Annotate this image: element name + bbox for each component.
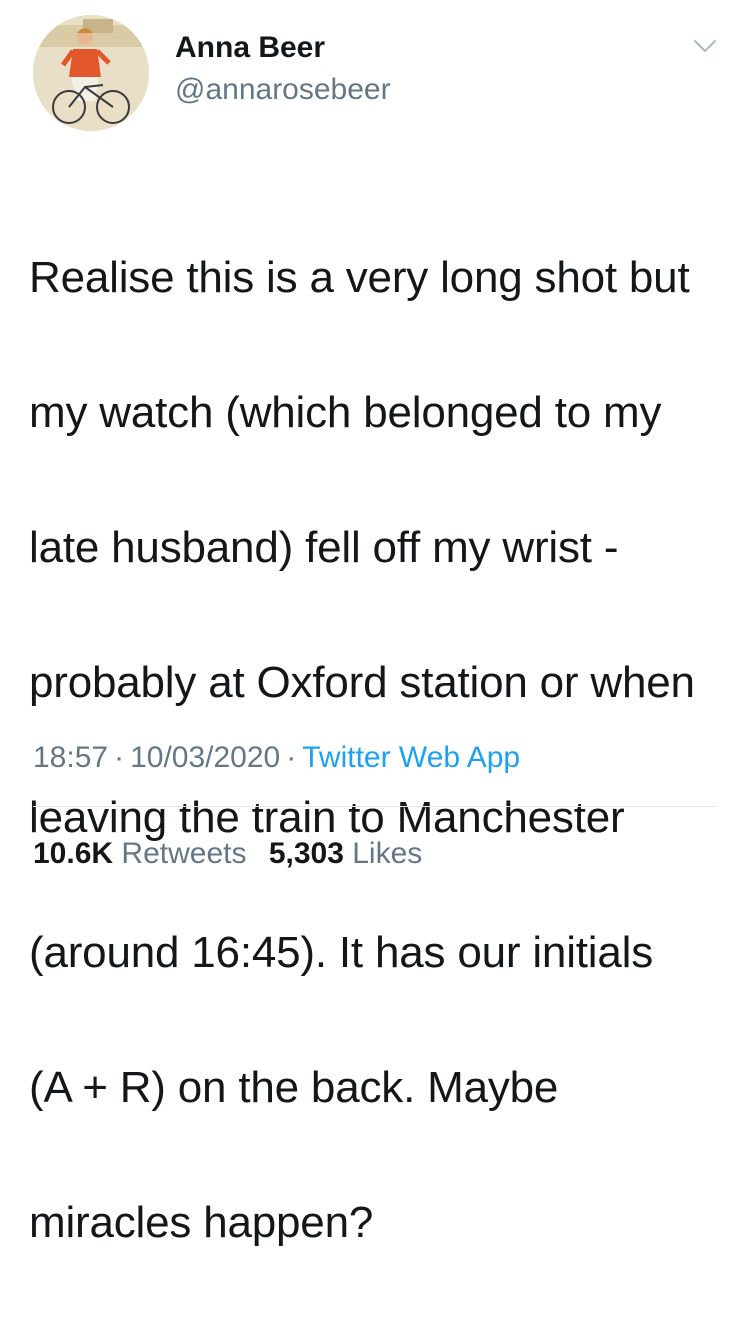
- tweet-date[interactable]: 10/03/2020: [130, 741, 280, 774]
- retweets-label: Retweets: [121, 837, 247, 870]
- likes-stat[interactable]: 5,303 Likes: [269, 837, 422, 870]
- tweet-line: (A + R) on the back. Maybe: [29, 1062, 559, 1112]
- likes-count: 5,303: [268, 837, 344, 870]
- tweet-line: Realise this is a very long shot but: [29, 252, 690, 302]
- meta-separator: ·: [286, 741, 297, 774]
- tweet-card: Anna Beer @annarosebeer Realise this is …: [0, 0, 750, 1247]
- tweet-line: probably at Oxford station or when: [29, 657, 695, 707]
- meta-separator: ·: [114, 741, 125, 774]
- tweet-source-link[interactable]: Twitter Web App: [302, 741, 520, 774]
- tweet-meta: 18:57 · 10/03/2020 · Twitter Web App: [33, 738, 520, 778]
- tweet-stats: 10.6K Retweets 5,303 Likes: [33, 834, 436, 874]
- retweets-stat[interactable]: 10.6K Retweets: [33, 837, 246, 870]
- chevron-down-icon[interactable]: [692, 36, 718, 56]
- author-name[interactable]: Anna Beer: [175, 30, 325, 66]
- retweets-count: 10.6K: [33, 837, 114, 870]
- tweet-line: late husband) fell off my wrist -: [29, 522, 619, 572]
- tweet-line: my watch (which belonged to my: [29, 387, 662, 437]
- likes-label: Likes: [352, 837, 423, 870]
- author-handle[interactable]: @annarosebeer: [175, 72, 391, 108]
- tweet-line: (around 16:45). It has our initials: [29, 927, 654, 977]
- avatar-illustration: [33, 15, 149, 131]
- divider: [33, 806, 717, 807]
- avatar[interactable]: [33, 15, 149, 131]
- tweet-time[interactable]: 18:57: [33, 741, 108, 774]
- tweet-line: miracles happen?: [29, 1197, 374, 1247]
